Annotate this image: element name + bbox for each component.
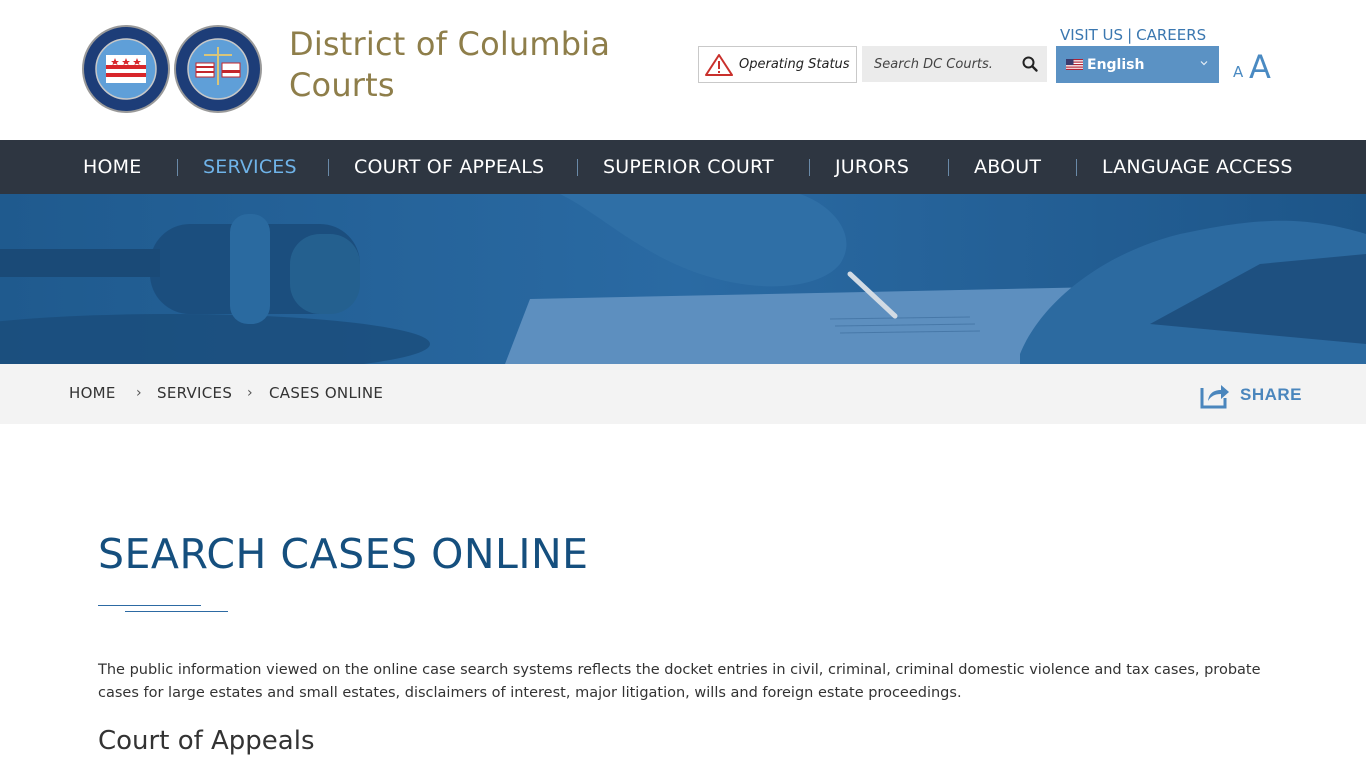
- nav-item-about[interactable]: ABOUT: [974, 140, 1041, 194]
- site-title-line1[interactable]: District of Columbia: [289, 24, 610, 65]
- nav-separator: [328, 159, 329, 176]
- font-size-large-button[interactable]: A: [1249, 48, 1271, 86]
- nav-item-superior-court[interactable]: SUPERIOR COURT: [603, 140, 774, 194]
- nav-separator: [577, 159, 578, 176]
- nav-item-home[interactable]: HOME: [83, 140, 141, 194]
- nav-item-language-access[interactable]: LANGUAGE ACCESS: [1102, 140, 1293, 194]
- title-underline: [98, 605, 201, 606]
- language-label: English: [1087, 56, 1145, 73]
- breadcrumb-separator: ›: [247, 385, 253, 401]
- share-button[interactable]: SHARE: [1199, 381, 1302, 409]
- utility-link-separator: |: [1127, 26, 1133, 44]
- court-of-appeals-seal[interactable]: [82, 25, 170, 113]
- breadcrumb-current: CASES ONLINE: [269, 384, 384, 402]
- nav-separator: [809, 159, 810, 176]
- site-search: [862, 46, 1047, 82]
- language-select[interactable]: English: [1056, 46, 1219, 83]
- hero-image: [0, 194, 1366, 364]
- breadcrumb-bar: HOME › SERVICES › CASES ONLINE: [0, 364, 1366, 424]
- operating-status-button[interactable]: Operating Status: [698, 46, 857, 83]
- title-underline: [125, 611, 228, 612]
- nav-separator: [948, 159, 949, 176]
- warning-icon: [705, 53, 733, 76]
- section-heading-court-of-appeals: Court of Appeals: [98, 726, 315, 756]
- breadcrumb-services[interactable]: SERVICES: [157, 384, 232, 402]
- share-label: SHARE: [1240, 385, 1303, 404]
- utility-links: VISIT US | CAREERS: [1060, 26, 1206, 44]
- operating-status-label: Operating Status: [739, 57, 850, 72]
- search-icon[interactable]: [1021, 55, 1039, 73]
- page-title: SEARCH CASES ONLINE: [98, 530, 589, 578]
- us-flag-icon: [1066, 59, 1083, 70]
- breadcrumb-separator: ›: [136, 385, 142, 401]
- visit-us-link[interactable]: VISIT US: [1060, 26, 1123, 44]
- chevron-down-icon: [1200, 61, 1208, 66]
- hero-banner: [0, 194, 1366, 364]
- font-size-small-button[interactable]: A: [1233, 63, 1243, 81]
- careers-link[interactable]: CAREERS: [1136, 26, 1206, 44]
- nav-item-jurors[interactable]: JURORS: [835, 140, 909, 194]
- breadcrumb-home[interactable]: HOME: [69, 384, 116, 402]
- site-header: District of Columbia Courts VISIT US | CAR…: [0, 0, 1366, 140]
- nav-separator: [1076, 159, 1077, 176]
- share-icon: [1200, 385, 1229, 409]
- site-title-line2[interactable]: Courts: [289, 65, 610, 106]
- superior-court-seal[interactable]: [174, 25, 262, 113]
- nav-item-services[interactable]: SERVICES: [203, 140, 297, 194]
- intro-paragraph: The public information viewed on the onl…: [98, 662, 1261, 701]
- nav-separator: [177, 159, 178, 176]
- main-nav: HOME SERVICES COURT OF APPEALS SUPERIOR …: [0, 140, 1366, 194]
- site-title[interactable]: District of Columbia Courts: [289, 24, 610, 106]
- nav-item-court-of-appeals[interactable]: COURT OF APPEALS: [354, 140, 544, 194]
- search-input[interactable]: [862, 46, 1012, 82]
